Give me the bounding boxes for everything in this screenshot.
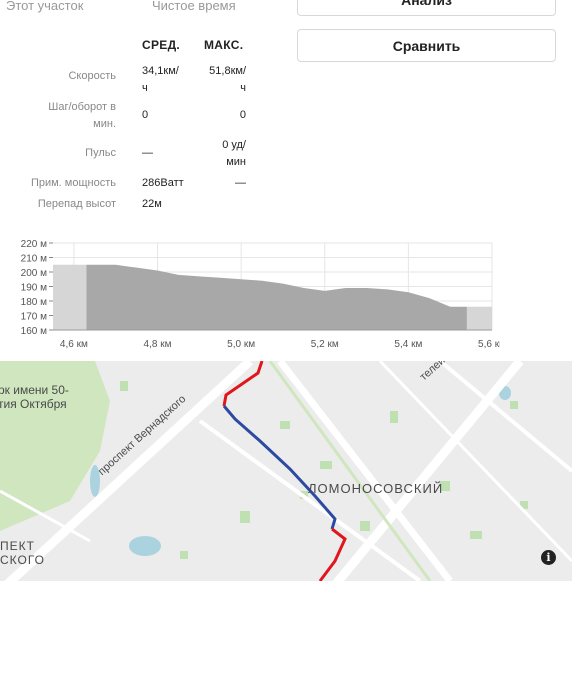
x-tick-label: 5,4 км (394, 339, 422, 350)
x-tick-label: 4,6 км (60, 339, 88, 350)
stat-avg-value: 0 (142, 109, 149, 121)
y-tick-label: 190 м (21, 283, 47, 294)
max-column-header: МАКС. (204, 38, 244, 52)
stat-avg-value: — (142, 147, 153, 159)
y-tick-label: 220 м (21, 239, 47, 250)
district2-label: ПЕКТ СКОГО (0, 539, 46, 567)
stat-label: Пульс (85, 147, 116, 159)
stat-label: Прим. мощность (30, 177, 116, 189)
elevation-chart: 160 м 170 м 180 м 190 м 200 м 210 м 220 м 4,6 к… (21, 239, 500, 350)
pond (129, 536, 161, 556)
y-tick-label: 180 м (21, 297, 47, 308)
stat-avg-value: 286Ватт (142, 177, 184, 189)
stat-avg-value: 22м (142, 198, 162, 210)
x-tick-label: 5,6 км (478, 339, 500, 350)
stat-label: Шаг/оборот в мин. (48, 101, 116, 130)
elevation-area-segment (86, 264, 467, 330)
route-map[interactable]: рк имени 50- тия Октября проспект Вернад… (0, 361, 572, 581)
info-icon[interactable]: i (541, 550, 556, 565)
x-tick-label: 4,8 км (144, 339, 172, 350)
y-tick-label: 200 м (21, 268, 47, 279)
park-label: рк имени 50- тия Октября (0, 383, 69, 411)
x-tick-label: 5,2 км (311, 339, 339, 350)
analysis-button[interactable]: Анализ (297, 0, 556, 16)
compare-button[interactable]: Сравнить (297, 29, 556, 62)
map-canvas (0, 361, 572, 581)
stat-max-value: 0 уд/ мин (222, 139, 246, 168)
segment-route (222, 405, 337, 530)
stat-label: Скорость (68, 70, 116, 82)
green-strip (268, 361, 432, 581)
district-label: ЛОМОНОСОВСКИЙ (308, 481, 444, 496)
stat-max-value: — (235, 177, 246, 189)
stat-max-value: 0 (239, 109, 246, 121)
elevation-area-after (466, 306, 492, 330)
this-segment-label: Этот участок (6, 0, 84, 13)
y-tick-label: 160 м (21, 326, 47, 337)
y-tick-label: 210 м (21, 254, 47, 265)
stat-avg-value: 34,1км/ ч (142, 65, 179, 94)
stat-max-value: 51,8км/ ч (209, 65, 246, 94)
elevation-area-before (53, 264, 87, 330)
x-tick-label: 5,0 км (227, 339, 255, 350)
avg-column-header: СРЕД. (142, 38, 181, 52)
stat-label: Перепад высот (37, 198, 116, 210)
y-tick-label: 170 м (21, 312, 47, 323)
net-time-label: Чистое время (152, 0, 236, 13)
